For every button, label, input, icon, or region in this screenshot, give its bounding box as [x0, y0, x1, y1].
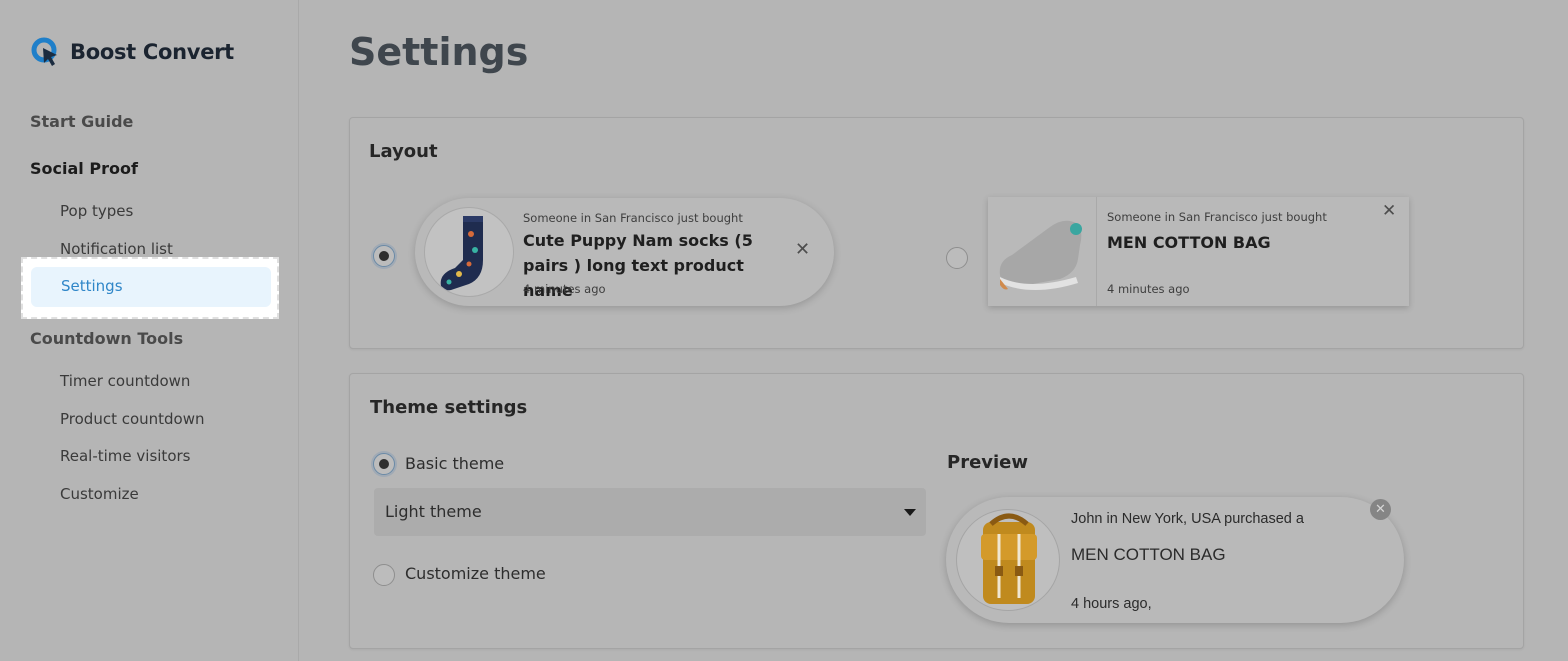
- nav-settings[interactable]: Settings: [31, 267, 271, 307]
- customize-theme-label[interactable]: Customize theme: [405, 564, 546, 583]
- layout-option-1-radio[interactable]: [373, 245, 395, 267]
- nav-timer-countdown[interactable]: Timer countdown: [60, 372, 190, 390]
- close-icon[interactable]: ✕: [1382, 203, 1396, 220]
- nav-countdown-tools[interactable]: Countdown Tools: [30, 329, 183, 348]
- preview-product-name: MEN COTTON BAG: [1071, 545, 1226, 564]
- nav-product-countdown[interactable]: Product countdown: [60, 410, 205, 428]
- nav-realtime-visitors[interactable]: Real-time visitors: [60, 447, 190, 465]
- theme-select-value: Light theme: [385, 502, 482, 521]
- chevron-down-icon: [904, 509, 916, 516]
- layout-1-meta: Someone in San Francisco just bought: [523, 211, 743, 225]
- preview-time: 4 hours ago,: [1071, 596, 1152, 612]
- customize-theme-radio[interactable]: [373, 564, 395, 586]
- shoe-product-image: [988, 197, 1097, 306]
- nav-settings-highlight: Settings: [21, 257, 279, 319]
- basic-theme-radio[interactable]: [373, 453, 395, 475]
- theme-settings-title: Theme settings: [370, 397, 528, 418]
- layout-option-2-radio[interactable]: [946, 247, 968, 269]
- logo-cursor-icon: [31, 37, 57, 66]
- layout-option-2-preview[interactable]: Someone in San Francisco just bought MEN…: [988, 197, 1409, 306]
- nav-notification-list[interactable]: Notification list: [60, 240, 173, 258]
- layout-2-time: 4 minutes ago: [1107, 282, 1190, 296]
- app-name: Boost Convert: [70, 40, 234, 64]
- close-icon[interactable]: ✕: [1370, 499, 1391, 520]
- layout-2-meta: Someone in San Francisco just bought: [1107, 210, 1327, 224]
- preview-popup: John in New York, USA purchased a MEN CO…: [946, 497, 1404, 623]
- basic-theme-label[interactable]: Basic theme: [405, 454, 504, 473]
- sidebar: Boost Convert Start Guide Social Proof P…: [0, 0, 299, 661]
- backpack-product-image: [956, 509, 1060, 611]
- nav-social-proof[interactable]: Social Proof: [30, 159, 138, 178]
- nav-customize[interactable]: Customize: [60, 485, 139, 503]
- close-icon[interactable]: ✕: [795, 241, 810, 259]
- layout-2-product-name: MEN COTTON BAG: [1107, 233, 1271, 252]
- nav-pop-types[interactable]: Pop types: [60, 202, 133, 220]
- page-title: Settings: [349, 30, 529, 74]
- preview-title: Preview: [947, 452, 1029, 473]
- app-logo[interactable]: Boost Convert: [30, 36, 234, 68]
- nav-settings-label: Settings: [61, 277, 123, 295]
- theme-select[interactable]: Light theme: [374, 488, 926, 536]
- layout-card-title: Layout: [369, 141, 438, 162]
- preview-line1: John in New York, USA purchased a: [1071, 511, 1304, 527]
- nav-start-guide[interactable]: Start Guide: [30, 112, 133, 131]
- sock-product-image: [424, 207, 514, 297]
- layout-option-1-preview[interactable]: Someone in San Francisco just bought Cut…: [415, 198, 834, 306]
- layout-1-time: 4 minutes ago: [523, 282, 606, 296]
